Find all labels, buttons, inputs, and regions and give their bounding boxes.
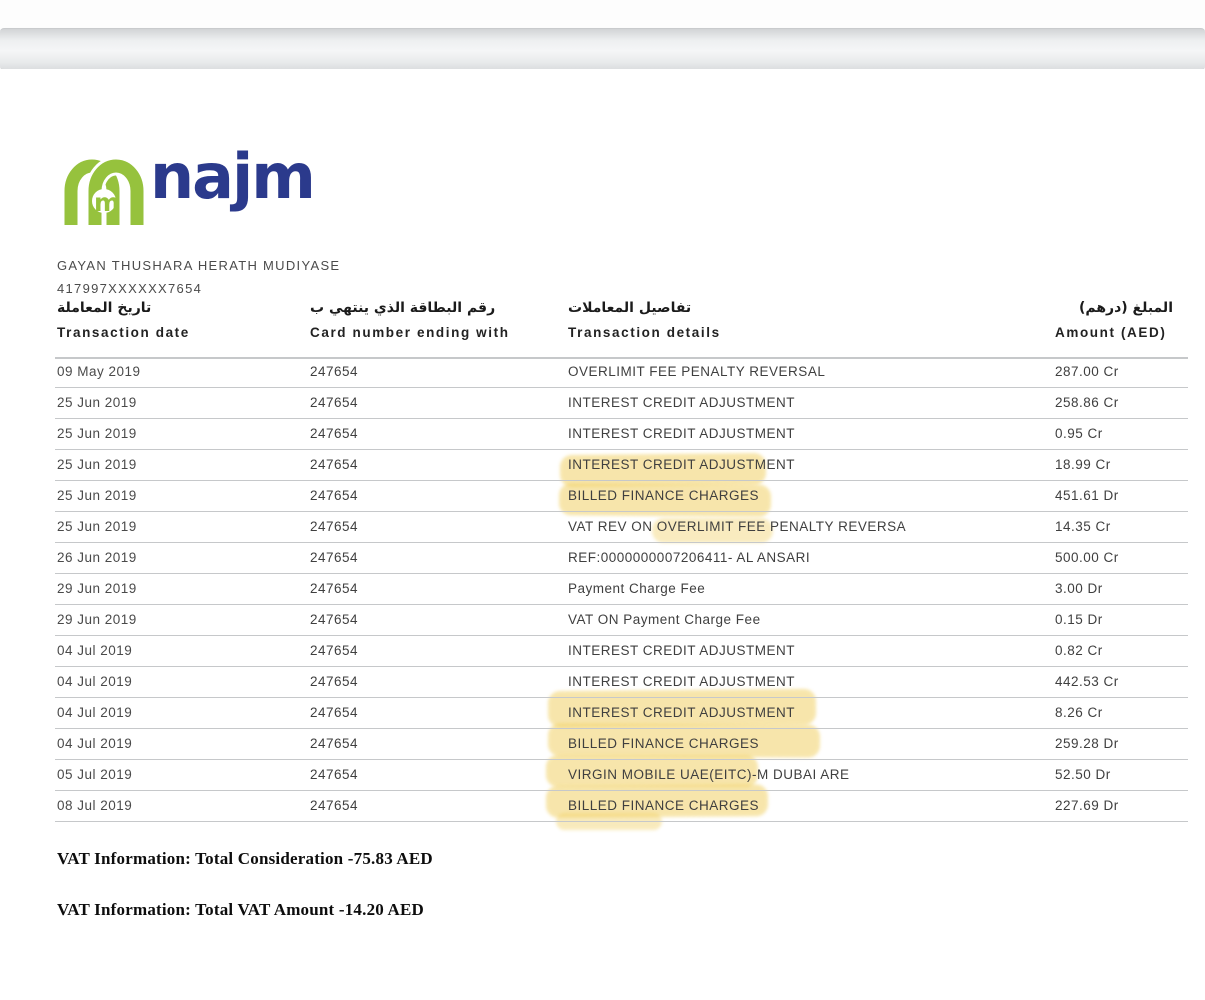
table-row: 08 Jul 2019 247654 BILLED FINANCE CHARGES 2…	[55, 791, 1188, 822]
cell-amount: 0.15 Dr	[1055, 605, 1103, 635]
cell-details: VIRGIN MOBILE UAE(EITC)-M DUBAI ARE	[568, 760, 850, 790]
table-row: 25 Jun 2019 247654 INTEREST CREDIT ADJUSTM…	[55, 388, 1188, 419]
cell-amount: 52.50 Dr	[1055, 760, 1111, 790]
table-row: 04 Jul 2019 247654 INTEREST CREDIT ADJUSTM…	[55, 667, 1188, 698]
cell-amount: 3.00 Dr	[1055, 574, 1103, 604]
cell-card: 247654	[310, 357, 358, 387]
cell-details: OVERLIMIT FEE PENALTY REVERSAL	[568, 357, 825, 387]
cell-date: 25 Jun 2019	[57, 388, 137, 418]
cell-date: 25 Jun 2019	[57, 450, 137, 480]
cell-amount: 0.95 Cr	[1055, 419, 1103, 449]
cell-amount: 442.53 Cr	[1055, 667, 1119, 697]
cell-date: 25 Jun 2019	[57, 419, 137, 449]
cell-details: INTEREST CREDIT ADJUSTMENT	[568, 698, 795, 728]
cell-card: 247654	[310, 760, 358, 790]
cell-amount: 8.26 Cr	[1055, 698, 1103, 728]
cell-card: 247654	[310, 481, 358, 511]
transaction-rows: 09 May 2019 247654 OVERLIMIT FEE PENALTY R…	[55, 357, 1188, 822]
table-row: 29 Jun 2019 247654 Payment Charge Fee 3.00 …	[55, 574, 1188, 605]
cell-card: 247654	[310, 667, 358, 697]
table-row: 25 Jun 2019 247654 VAT REV ON OVERLIMIT FE…	[55, 512, 1188, 543]
cell-card: 247654	[310, 574, 358, 604]
table-row: 29 Jun 2019 247654 VAT ON Payment Charge F…	[55, 605, 1188, 636]
cell-card: 247654	[310, 605, 358, 635]
table-row: 26 Jun 2019 247654 REF:0000000007206411- A…	[55, 543, 1188, 574]
cell-card: 247654	[310, 512, 358, 542]
cell-details: BILLED FINANCE CHARGES	[568, 791, 759, 821]
cell-amount: 287.00 Cr	[1055, 357, 1119, 387]
cell-details: INTEREST CREDIT ADJUSTMENT	[568, 667, 795, 697]
cell-date: 04 Jul 2019	[57, 729, 132, 759]
cell-amount: 18.99 Cr	[1055, 450, 1111, 480]
cell-date: 04 Jul 2019	[57, 667, 132, 697]
cell-amount: 500.00 Cr	[1055, 543, 1119, 573]
cell-amount: 451.61 Dr	[1055, 481, 1119, 511]
cell-date: 08 Jul 2019	[57, 791, 132, 821]
cell-card: 247654	[310, 388, 358, 418]
cell-amount: 259.28 Dr	[1055, 729, 1119, 759]
table-row: 25 Jun 2019 247654 INTEREST CREDIT ADJUSTM…	[55, 450, 1188, 481]
cell-card: 247654	[310, 543, 358, 573]
cell-details: INTEREST CREDIT ADJUSTMENT	[568, 450, 795, 480]
cell-amount: 0.82 Cr	[1055, 636, 1103, 666]
cell-details: Payment Charge Fee	[568, 574, 705, 604]
cell-details: VAT ON Payment Charge Fee	[568, 605, 761, 635]
table-row: 09 May 2019 247654 OVERLIMIT FEE PENALTY R…	[55, 357, 1188, 388]
cell-date: 09 May 2019	[57, 357, 141, 387]
cell-details: BILLED FINANCE CHARGES	[568, 729, 759, 759]
cell-amount: 227.69 Dr	[1055, 791, 1119, 821]
cell-amount: 258.86 Cr	[1055, 388, 1119, 418]
cell-amount: 14.35 Cr	[1055, 512, 1111, 542]
cell-card: 247654	[310, 419, 358, 449]
table-row: 05 Jul 2019 247654 VIRGIN MOBILE UAE(EITC)…	[55, 760, 1188, 791]
table-row: 25 Jun 2019 247654 INTEREST CREDIT ADJUSTM…	[55, 419, 1188, 450]
cell-date: 26 Jun 2019	[57, 543, 137, 573]
cell-date: 05 Jul 2019	[57, 760, 132, 790]
cell-details: INTEREST CREDIT ADJUSTMENT	[568, 388, 795, 418]
cell-card: 247654	[310, 791, 358, 821]
cell-details: INTEREST CREDIT ADJUSTMENT	[568, 636, 795, 666]
cell-card: 247654	[310, 729, 358, 759]
table-row: 25 Jun 2019 247654 BILLED FINANCE CHARGES 4…	[55, 481, 1188, 512]
cell-card: 247654	[310, 698, 358, 728]
cell-date: 04 Jul 2019	[57, 636, 132, 666]
cell-details: REF:0000000007206411- AL ANSARI	[568, 543, 810, 573]
cell-date: 29 Jun 2019	[57, 605, 137, 635]
table-row: 04 Jul 2019 247654 INTEREST CREDIT ADJUSTM…	[55, 698, 1188, 729]
cell-date: 04 Jul 2019	[57, 698, 132, 728]
cell-details: BILLED FINANCE CHARGES	[568, 481, 759, 511]
cell-date: 29 Jun 2019	[57, 574, 137, 604]
cell-card: 247654	[310, 450, 358, 480]
table-row: 04 Jul 2019 247654 BILLED FINANCE CHARGES 2…	[55, 729, 1188, 760]
cell-details: INTEREST CREDIT ADJUSTMENT	[568, 419, 795, 449]
statement-page: m najm GAYAN THUSHARA HERATH MUDIYASE 41…	[0, 0, 1205, 1000]
cell-date: 25 Jun 2019	[57, 481, 137, 511]
cell-date: 25 Jun 2019	[57, 512, 137, 542]
table-row: 04 Jul 2019 247654 INTEREST CREDIT ADJUSTM…	[55, 636, 1188, 667]
cell-details: VAT REV ON OVERLIMIT FEE PENALTY REVERSA	[568, 512, 906, 542]
cell-card: 247654	[310, 636, 358, 666]
